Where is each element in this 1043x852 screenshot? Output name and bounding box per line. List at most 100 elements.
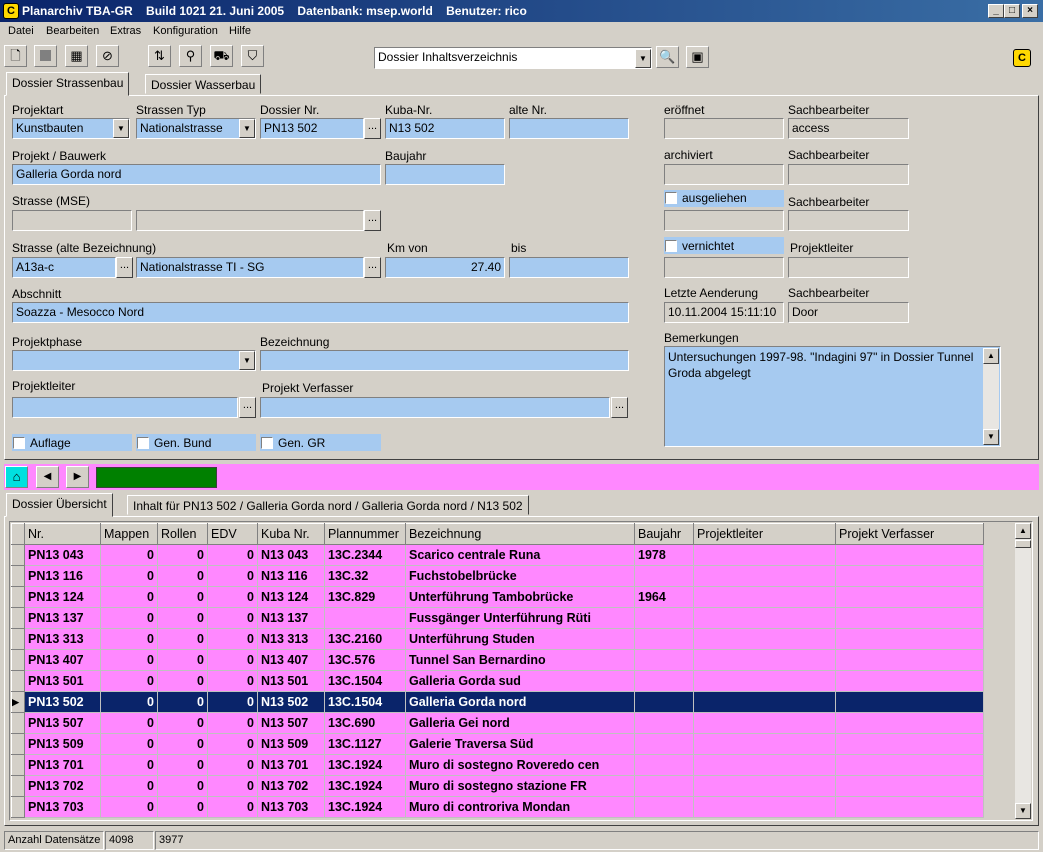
cell-verfasser[interactable] (835, 565, 984, 587)
stop-icon[interactable] (34, 45, 57, 67)
cell-mappen[interactable]: 0 (100, 649, 158, 671)
cell-verfasser[interactable] (835, 733, 984, 755)
grid-scroll-up-icon[interactable]: ▲ (1015, 523, 1031, 539)
row-indicator[interactable] (11, 586, 25, 608)
table-row[interactable]: PN13 507 0 0 0 N13 507 13C.690 Galleria Gei no… (11, 712, 984, 734)
cell-kubanr[interactable]: N13 501 (257, 670, 325, 692)
cell-rollen[interactable]: 0 (157, 733, 208, 755)
cell-edv[interactable]: 0 (207, 649, 258, 671)
col-header-rollen[interactable]: Rollen (157, 523, 208, 545)
cell-verfasser[interactable] (835, 712, 984, 734)
close-button[interactable]: × (1022, 4, 1038, 18)
verfasser-input[interactable] (260, 397, 610, 418)
previous-record-icon[interactable]: ◀ (36, 466, 59, 488)
projektleiter-side-input[interactable] (788, 257, 909, 278)
auflage-checkbox[interactable] (13, 437, 25, 449)
cell-rollen[interactable]: 0 (157, 712, 208, 734)
sachbearbeiter-3-input[interactable] (788, 210, 909, 231)
bemerkungen-textarea[interactable]: Untersuchungen 1997-98. "Indagini 97" in… (664, 346, 1001, 447)
cell-plannummer[interactable]: 13C.1924 (324, 796, 406, 818)
cell-projektleiter[interactable] (693, 649, 836, 671)
menu-hilfe[interactable]: Hilfe (229, 25, 251, 37)
cell-kubanr[interactable]: N13 507 (257, 712, 325, 734)
col-header-projektleiter[interactable]: Projektleiter (693, 523, 836, 545)
export-icon[interactable]: ⇅ (148, 45, 171, 67)
binoculars-icon[interactable]: ⚲ (179, 45, 202, 67)
cell-projektleiter[interactable] (693, 670, 836, 692)
row-indicator[interactable] (11, 733, 25, 755)
table-row[interactable]: PN13 407 0 0 0 N13 407 13C.576 Tunnel San Bern… (11, 649, 984, 671)
cell-verfasser[interactable] (835, 670, 984, 692)
row-indicator[interactable] (11, 649, 25, 671)
gengr-checkbox[interactable] (261, 437, 273, 449)
cell-rollen[interactable]: 0 (157, 754, 208, 776)
eroeffnet-input[interactable] (664, 118, 784, 139)
cell-nr[interactable]: PN13 501 (24, 670, 101, 692)
cell-projektleiter[interactable] (693, 691, 836, 713)
cell-baujahr[interactable] (634, 754, 694, 776)
table-row[interactable]: PN13 703 0 0 0 N13 703 13C.1924 Muro di contro… (11, 796, 984, 818)
cell-rollen[interactable]: 0 (157, 775, 208, 797)
cell-edv[interactable]: 0 (207, 796, 258, 818)
cell-mappen[interactable]: 0 (100, 670, 158, 692)
cell-projektleiter[interactable] (693, 586, 836, 608)
table-row[interactable]: PN13 043 0 0 0 N13 043 13C.2344 Scarico centra… (11, 544, 984, 566)
projektleiter-lookup-button[interactable]: ... (239, 397, 256, 418)
cell-verfasser[interactable] (835, 775, 984, 797)
strasse-alt-name-input[interactable]: Nationalstrasse TI - SG (136, 257, 364, 278)
cell-nr[interactable]: PN13 124 (24, 586, 101, 608)
scroll-down-icon[interactable]: ▼ (983, 429, 999, 445)
cell-edv[interactable]: 0 (207, 733, 258, 755)
cell-rollen[interactable]: 0 (157, 607, 208, 629)
cell-plannummer[interactable]: 13C.576 (324, 649, 406, 671)
table-row[interactable]: PN13 313 0 0 0 N13 313 13C.2160 Unterführung S… (11, 628, 984, 650)
strasse-alt-code-lookup-button[interactable]: ... (116, 257, 133, 278)
cell-nr[interactable]: PN13 701 (24, 754, 101, 776)
cell-nr[interactable]: PN13 116 (24, 565, 101, 587)
cell-rollen[interactable]: 0 (157, 670, 208, 692)
row-indicator[interactable] (11, 775, 25, 797)
cell-edv[interactable]: 0 (207, 691, 258, 713)
cell-baujahr[interactable] (634, 565, 694, 587)
cell-edv[interactable]: 0 (207, 712, 258, 734)
cell-mappen[interactable]: 0 (100, 544, 158, 566)
cell-projektleiter[interactable] (693, 544, 836, 566)
row-indicator[interactable] (11, 712, 25, 734)
verfasser-lookup-button[interactable]: ... (611, 397, 628, 418)
cell-kubanr[interactable]: N13 702 (257, 775, 325, 797)
report-select-dropdown-icon[interactable]: ▼ (635, 49, 651, 68)
vernichtet-checkbox[interactable] (665, 240, 677, 252)
home-icon[interactable]: ⌂ (5, 466, 28, 488)
dossier-grid[interactable]: Nr. Mappen Rollen EDV Kuba Nr. Plannumme… (9, 521, 1033, 821)
bemerkungen-scrollbar[interactable]: ▲ ▼ (983, 348, 999, 445)
row-indicator[interactable] (11, 544, 25, 566)
cell-plannummer[interactable]: 13C.32 (324, 565, 406, 587)
cell-mappen[interactable]: 0 (100, 733, 158, 755)
projektart-dropdown-icon[interactable]: ▼ (113, 119, 129, 138)
cell-mappen[interactable]: 0 (100, 628, 158, 650)
row-indicator[interactable] (11, 796, 25, 818)
cell-rollen[interactable]: 0 (157, 544, 208, 566)
cell-rollen[interactable]: 0 (157, 649, 208, 671)
archiviert-input[interactable] (664, 164, 784, 185)
cell-baujahr[interactable] (634, 670, 694, 692)
col-header-mappen[interactable]: Mappen (100, 523, 158, 545)
col-header-verfasser[interactable]: Projekt Verfasser (835, 523, 984, 545)
cell-bezeichnung[interactable]: Unterführung Tambobrücke (405, 586, 635, 608)
cell-baujahr[interactable] (634, 775, 694, 797)
cell-mappen[interactable]: 0 (100, 691, 158, 713)
cell-bezeichnung[interactable]: Galleria Gorda sud (405, 670, 635, 692)
cell-baujahr[interactable]: 1978 (634, 544, 694, 566)
cell-nr[interactable]: PN13 407 (24, 649, 101, 671)
cell-baujahr[interactable] (634, 712, 694, 734)
cell-verfasser[interactable] (835, 649, 984, 671)
cell-bezeichnung[interactable]: Galerie Traversa Süd (405, 733, 635, 755)
cell-bezeichnung[interactable]: Muro di sostegno Roveredo cen (405, 754, 635, 776)
cell-plannummer[interactable]: 13C.1504 (324, 691, 406, 713)
grid-scroll-thumb[interactable] (1015, 540, 1031, 548)
projektleiter-input[interactable] (12, 397, 238, 418)
table-row[interactable]: PN13 702 0 0 0 N13 702 13C.1924 Muro di sosteg… (11, 775, 984, 797)
cell-mappen[interactable]: 0 (100, 586, 158, 608)
save-icon[interactable]: ▦ (65, 45, 88, 67)
cell-nr[interactable]: PN13 137 (24, 607, 101, 629)
